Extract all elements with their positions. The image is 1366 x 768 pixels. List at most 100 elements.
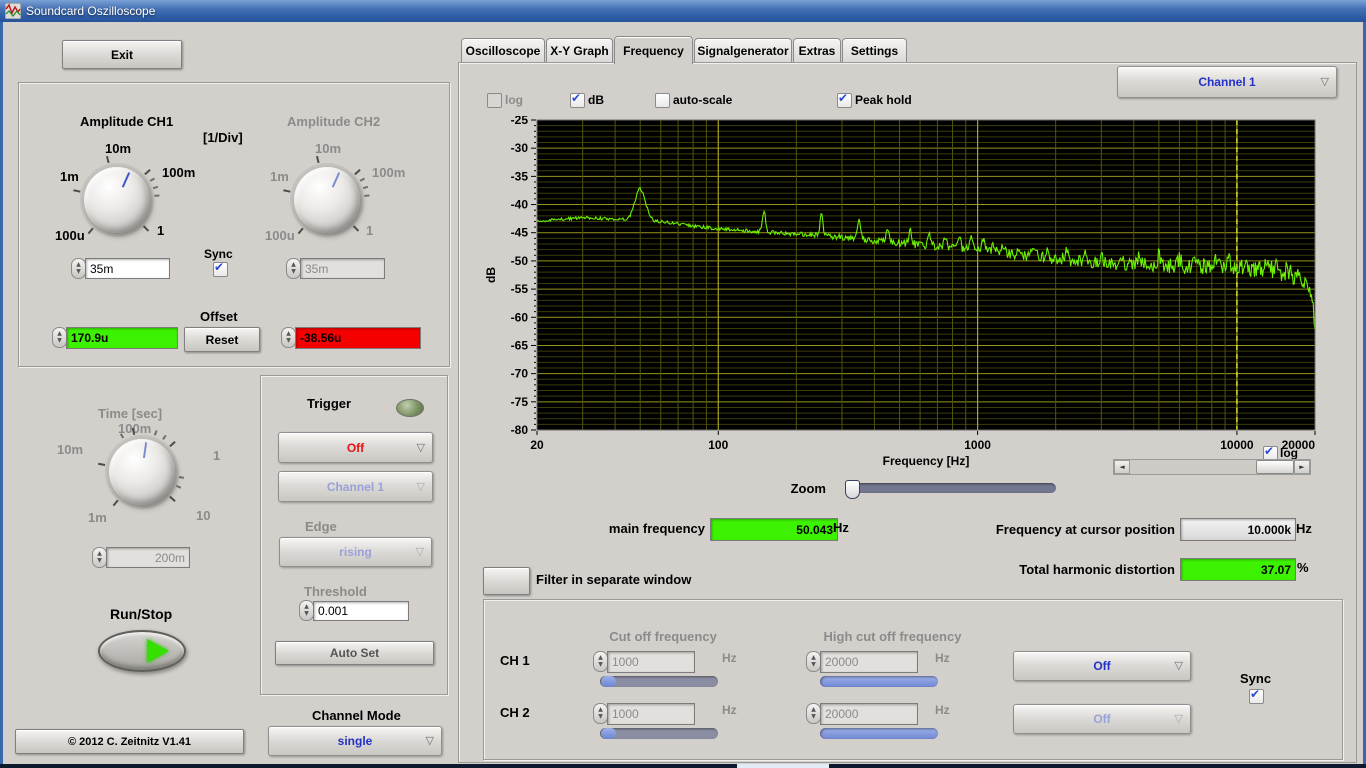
taskbar-highlight: [737, 764, 829, 768]
spin-down-icon[interactable]: ▼: [304, 610, 309, 618]
knob-label: 100m: [162, 165, 196, 180]
knob-needle: [326, 163, 345, 201]
filter-ch1-mode-dropdown[interactable]: Off ▽: [1013, 651, 1191, 681]
copyright-button[interactable]: © 2012 C. Zeitnitz V1.41: [15, 729, 244, 754]
spin-down-icon[interactable]: ▼: [286, 337, 291, 345]
tab-oscilloscope[interactable]: Oscilloscope: [461, 38, 545, 63]
chevron-down-icon: ▽: [415, 544, 424, 558]
reset-label: Reset: [205, 332, 239, 347]
tab-extras[interactable]: Extras: [793, 38, 841, 63]
svg-text:-30: -30: [511, 141, 529, 155]
knob-label: 1: [213, 448, 221, 463]
auto-set-button[interactable]: Auto Set: [275, 641, 434, 665]
svg-text:-50: -50: [511, 254, 529, 268]
offset-ch2-spinner[interactable]: ▲ ▼: [281, 327, 296, 348]
tab-xy-graph[interactable]: X-Y Graph: [546, 38, 613, 63]
scrollbar-thumb[interactable]: [1256, 460, 1294, 474]
run-stop-button[interactable]: [98, 630, 186, 672]
amplitude-ch2-text: 35m: [305, 261, 329, 276]
scroll-right-icon[interactable]: ►: [1294, 460, 1310, 474]
offset-ch2-indicator: -38.56u: [295, 327, 421, 349]
tab-settings[interactable]: Settings: [842, 38, 907, 63]
offset-ch1-indicator: 170.9u: [66, 327, 178, 349]
ch1-cutoff-slider[interactable]: [600, 676, 718, 687]
exit-button[interactable]: Exit: [62, 40, 182, 69]
main-frequency-indicator: 50.043: [710, 518, 838, 541]
amplitude-ch1-title: Amplitude CH1: [80, 114, 174, 129]
spectrum-chart[interactable]: -25 -30 -35 -40 -45 -50 -55 -60 -65 -70 -75 -8020 10…: [483, 116, 1345, 468]
hz-unit: Hz: [935, 703, 950, 717]
trigger-title: Trigger: [307, 396, 352, 411]
peak-hold-label: Peak hold: [855, 93, 912, 107]
knob-label: 1m: [88, 510, 107, 525]
amplitude-ch2-knob[interactable]: [283, 155, 370, 235]
per-div-label: [1/Div]: [203, 130, 243, 145]
thd-indicator: 37.07: [1180, 558, 1296, 581]
filter-sync-checkbox[interactable]: ✔: [1249, 687, 1264, 704]
filter-window-label: Filter in separate window: [536, 572, 692, 587]
thd-label: Total harmonic distortion: [1019, 562, 1175, 577]
svg-text:-60: -60: [511, 310, 529, 324]
tab-frequency[interactable]: Frequency: [614, 36, 693, 64]
zoom-label: Zoom: [790, 481, 826, 496]
db-label: dB: [588, 93, 604, 107]
chevron-down-icon: ▽: [1174, 658, 1183, 672]
sync-checkbox[interactable]: ✔: [213, 260, 228, 277]
spin-down-icon: ▼: [811, 712, 816, 720]
chevron-down-icon: ▽: [416, 479, 425, 493]
ch2-high-cutoff-value: 20000: [820, 703, 918, 725]
filter-ch2-mode-value: Off: [1093, 712, 1111, 726]
chevron-down-icon: ▽: [425, 733, 434, 747]
peak-hold-checkbox[interactable]: ✔: [837, 91, 852, 108]
ch2-high-cutoff-slider[interactable]: [820, 728, 938, 739]
chevron-down-icon: ▽: [1320, 74, 1329, 88]
hz-unit: Hz: [722, 651, 737, 665]
knob-label: 100m: [372, 165, 406, 180]
chevron-down-icon: ▽: [1174, 711, 1183, 725]
threshold-spinner[interactable]: ▲ ▼: [299, 600, 314, 621]
edge-value: rising: [339, 545, 372, 559]
filter-window-toggle[interactable]: [483, 567, 530, 595]
channel-mode-dropdown[interactable]: single ▽: [268, 726, 442, 756]
time-spinner: ▲ ▼: [92, 547, 107, 568]
ch1-cutoff-spinner: ▲ ▼: [593, 651, 608, 672]
time-knob[interactable]: [98, 427, 185, 507]
svg-text:-80: -80: [511, 423, 529, 437]
knob-label: 1m: [270, 169, 289, 184]
edge-dropdown: rising ▽: [279, 537, 432, 567]
auto-set-label: Auto Set: [329, 646, 380, 660]
sync-label: Sync: [204, 247, 233, 261]
zoom-slider-thumb[interactable]: [845, 480, 860, 499]
offset-ch1-spinner[interactable]: ▲ ▼: [52, 327, 67, 348]
cursor-frequency-label: Frequency at cursor position: [995, 522, 1175, 537]
tab-signalgenerator[interactable]: Signalgenerator: [694, 38, 792, 63]
channel-mode-value: single: [337, 734, 373, 748]
autoscale-checkbox[interactable]: [655, 93, 670, 108]
ch1-high-cutoff-slider[interactable]: [820, 676, 938, 687]
db-checkbox[interactable]: ✔: [570, 91, 585, 108]
taskbar-sliver: [0, 764, 1366, 768]
amplitude-ch1-value[interactable]: 35m: [85, 258, 170, 279]
scroll-left-icon[interactable]: ◄: [1114, 460, 1130, 474]
chart-scrollbar[interactable]: ◄ ►: [1113, 459, 1311, 475]
channel-selector-dropdown[interactable]: Channel 1 ▽: [1117, 66, 1337, 98]
svg-text:-75: -75: [511, 395, 529, 409]
spin-down-icon: ▼: [291, 267, 296, 275]
svg-text:20: 20: [530, 438, 544, 452]
offset-ch1-text: 170.9u: [71, 331, 109, 345]
spin-down-icon[interactable]: ▼: [76, 268, 81, 276]
play-icon: [147, 639, 169, 663]
reset-button[interactable]: Reset: [184, 327, 260, 352]
threshold-value[interactable]: 0.001: [313, 601, 409, 621]
spin-down-icon[interactable]: ▼: [57, 337, 62, 345]
exit-label: Exit: [110, 47, 133, 62]
zoom-slider-track[interactable]: [845, 483, 1056, 493]
ch2-cutoff-slider[interactable]: [600, 728, 718, 739]
amplitude-ch1-spinner[interactable]: ▲ ▼: [71, 258, 86, 279]
amplitude-ch2-value: 35m: [300, 258, 385, 279]
ch2-cutoff-value: 1000: [607, 703, 695, 725]
amplitude-ch1-knob[interactable]: [73, 155, 160, 235]
main-frequency-unit: Hz: [833, 520, 849, 535]
knob-needle: [141, 432, 149, 473]
trigger-mode-dropdown[interactable]: Off ▽: [278, 432, 433, 463]
